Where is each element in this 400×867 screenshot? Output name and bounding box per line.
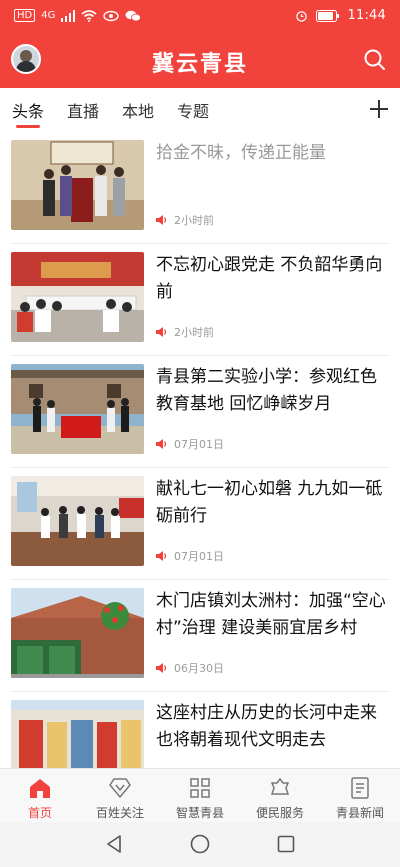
nav-smart-qingxian[interactable]: 智慧青县 xyxy=(160,769,240,823)
nav-news[interactable]: 青县新闻 xyxy=(320,769,400,823)
news-thumbnail xyxy=(11,476,144,566)
eye-icon xyxy=(103,10,120,21)
news-title: 青县第二实验小学：参观红色教育基地 回忆峥嵘岁月 xyxy=(156,367,377,414)
status-bar: HD 4G 11:44 xyxy=(0,0,400,34)
signal-icon xyxy=(61,9,76,22)
news-thumbnail xyxy=(11,252,144,342)
news-meta: 07月01日 xyxy=(156,548,224,564)
network-type-label: HD xyxy=(14,9,36,22)
news-thumbnail xyxy=(11,700,144,768)
news-item[interactable]: 木门店镇刘太洲村：加强“空心村”治理 建设美丽宜居乡村 06月30日 xyxy=(0,580,400,692)
news-thumbnail xyxy=(11,140,144,230)
news-time: 2小时前 xyxy=(174,326,214,339)
news-title: 拾金不昧，传递正能量 xyxy=(156,143,326,163)
news-item[interactable]: 这座村庄从历史的长河中走来也将朝着现代文明走去 xyxy=(0,692,400,768)
news-time: 2小时前 xyxy=(174,214,214,227)
news-title: 不忘初心跟党走 不负韶华勇向前 xyxy=(156,255,383,302)
app-header: 冀云青县 xyxy=(0,34,400,88)
newspaper-icon xyxy=(351,777,369,799)
service-icon xyxy=(270,777,290,795)
tab-local[interactable]: 本地 xyxy=(122,98,154,122)
nav-label: 百姓关注 xyxy=(95,806,144,820)
news-time: 07月01日 xyxy=(174,550,224,563)
search-icon[interactable] xyxy=(362,47,388,73)
nav-label: 便民服务 xyxy=(255,806,304,820)
news-time: 06月30日 xyxy=(174,662,224,675)
tab-topics[interactable]: 专题 xyxy=(177,98,209,122)
news-meta: 06月30日 xyxy=(156,660,224,676)
wifi-icon xyxy=(81,9,97,22)
news-title: 木门店镇刘太洲村：加强“空心村”治理 建设美丽宜居乡村 xyxy=(156,591,386,638)
speaker-icon xyxy=(156,439,167,449)
news-title: 这座村庄从历史的长河中走来也将朝着现代文明走去 xyxy=(156,703,377,750)
nav-label: 青县新闻 xyxy=(335,806,384,820)
news-meta: 2小时前 xyxy=(156,212,214,228)
nav-home[interactable]: 首页 xyxy=(0,769,80,823)
signal-type-label: 4G xyxy=(41,10,56,21)
home-circle-icon[interactable] xyxy=(189,833,211,855)
plus-icon[interactable] xyxy=(366,96,392,122)
news-item[interactable]: 拾金不昧，传递正能量 2小时前 xyxy=(0,132,400,244)
diamond-icon xyxy=(109,778,131,799)
speaker-icon xyxy=(156,663,167,673)
grid-icon xyxy=(190,778,210,798)
alarm-icon xyxy=(295,10,307,22)
active-tab-indicator xyxy=(16,125,40,128)
news-title: 献礼七一初心如磐 九九如一砥砺前行 xyxy=(156,479,383,526)
bottom-nav: 首页 百姓关注 智慧青县 便民服务 青县新闻 xyxy=(0,768,400,822)
news-meta: 07月01日 xyxy=(156,436,224,452)
speaker-icon xyxy=(156,327,167,337)
back-icon[interactable] xyxy=(103,833,125,855)
tab-headlines[interactable]: 头条 xyxy=(12,98,44,122)
app-screen: HD 4G 11:44 冀云青县 头条 直播 本地 专题 拾金不昧，传递正能量 … xyxy=(0,0,400,867)
chat-app-icon xyxy=(125,10,142,21)
clock-time: 11:44 xyxy=(347,8,386,23)
channel-tabs: 头条 直播 本地 专题 xyxy=(0,88,400,132)
nav-label: 首页 xyxy=(27,806,52,820)
news-item[interactable]: 献礼七一初心如磐 九九如一砥砺前行 07月01日 xyxy=(0,468,400,580)
recents-icon[interactable] xyxy=(275,833,297,855)
news-item[interactable]: 青县第二实验小学：参观红色教育基地 回忆峥嵘岁月 07月01日 xyxy=(0,356,400,468)
news-thumbnail xyxy=(11,588,144,678)
home-icon xyxy=(30,779,50,798)
nav-label: 智慧青县 xyxy=(175,806,224,820)
news-item[interactable]: 不忘初心跟党走 不负韶华勇向前 2小时前 xyxy=(0,244,400,356)
news-meta: 2小时前 xyxy=(156,324,214,340)
news-feed: 拾金不昧，传递正能量 2小时前 不忘初心跟党走 不负韶华勇向前 2小时前 青县第… xyxy=(0,132,400,768)
nav-concerns[interactable]: 百姓关注 xyxy=(80,769,160,823)
news-thumbnail xyxy=(11,364,144,454)
speaker-icon xyxy=(156,551,167,561)
app-title: 冀云青县 xyxy=(151,52,248,77)
tab-live[interactable]: 直播 xyxy=(67,98,99,122)
news-time: 07月01日 xyxy=(174,438,224,451)
speaker-icon xyxy=(156,215,167,225)
system-nav-bar xyxy=(0,822,400,867)
battery-icon xyxy=(315,9,339,22)
nav-services[interactable]: 便民服务 xyxy=(240,769,320,823)
